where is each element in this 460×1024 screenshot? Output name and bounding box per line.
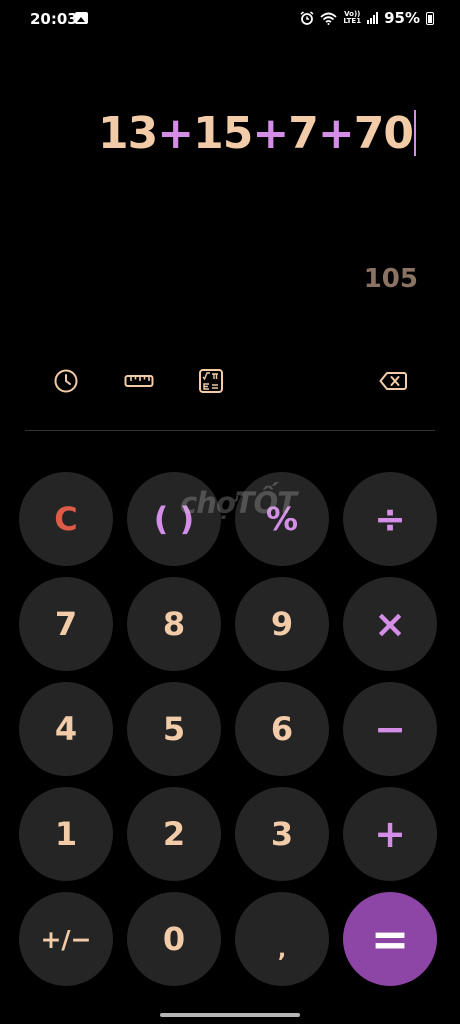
expression-number: 70 [353, 108, 414, 159]
decimal-button[interactable]: , [235, 892, 329, 986]
digit-6-button[interactable]: 6 [235, 682, 329, 776]
expression-operator: + [252, 108, 289, 159]
expression-display[interactable]: 13+15+7+70 [98, 108, 416, 159]
expression-number: 15 [193, 108, 253, 159]
multiply-button[interactable]: × [343, 577, 437, 671]
ruler-icon [124, 375, 154, 387]
signal-icon [367, 12, 379, 24]
percent-button[interactable]: % [235, 472, 329, 566]
tool-row [0, 364, 460, 398]
divide-button[interactable]: ÷ [343, 472, 437, 566]
history-button[interactable] [49, 364, 83, 398]
result-preview: 105 [363, 264, 418, 294]
expression-number: 13 [98, 108, 158, 159]
add-button[interactable]: + [343, 787, 437, 881]
equals-button[interactable]: = [343, 892, 437, 986]
expression-operator: + [317, 108, 355, 159]
digit-9-button[interactable]: 9 [235, 577, 329, 671]
scientific-mode-button[interactable] [194, 364, 228, 398]
digit-4-button[interactable]: 4 [19, 682, 113, 776]
digit-5-button[interactable]: 5 [127, 682, 221, 776]
unit-converter-button[interactable] [122, 364, 156, 398]
backspace-button[interactable] [376, 364, 410, 398]
volte-icon: Vo)) LTE1 [343, 11, 361, 25]
text-cursor [414, 110, 416, 156]
history-icon [54, 369, 78, 393]
digit-7-button[interactable]: 7 [19, 577, 113, 671]
digit-1-button[interactable]: 1 [19, 787, 113, 881]
digit-2-button[interactable]: 2 [127, 787, 221, 881]
status-icons: Vo)) LTE1 95% [300, 9, 434, 27]
clear-button[interactable]: C [19, 472, 113, 566]
digit-3-button[interactable]: 3 [235, 787, 329, 881]
expression-number: 7 [288, 108, 319, 159]
expression-text: 13+15+7+70 [98, 108, 414, 159]
backspace-icon [379, 372, 407, 390]
divider [25, 430, 435, 431]
battery-percent: 95% [384, 9, 420, 27]
sign-toggle-button[interactable]: +/− [19, 892, 113, 986]
parentheses-button[interactable]: ( ) [127, 472, 221, 566]
digit-8-button[interactable]: 8 [127, 577, 221, 671]
status-time: 20:03 [30, 10, 78, 28]
home-indicator[interactable] [160, 1013, 300, 1017]
volte-line-2: LTE1 [343, 17, 362, 25]
expression-operator: + [157, 108, 194, 159]
digit-0-button[interactable]: 0 [127, 892, 221, 986]
battery-icon [426, 11, 434, 25]
keypad: C( )% ÷ 7 8 9 × 4 5 6− 1 2 3 + +/− 0, = [19, 472, 437, 986]
scientific-icon [199, 369, 223, 393]
gallery-icon [75, 12, 88, 24]
wifi-icon [320, 12, 337, 25]
alarm-icon [300, 11, 314, 25]
status-bar: 20:03 Vo)) LTE1 95% [0, 0, 460, 38]
subtract-button[interactable]: − [343, 682, 437, 776]
